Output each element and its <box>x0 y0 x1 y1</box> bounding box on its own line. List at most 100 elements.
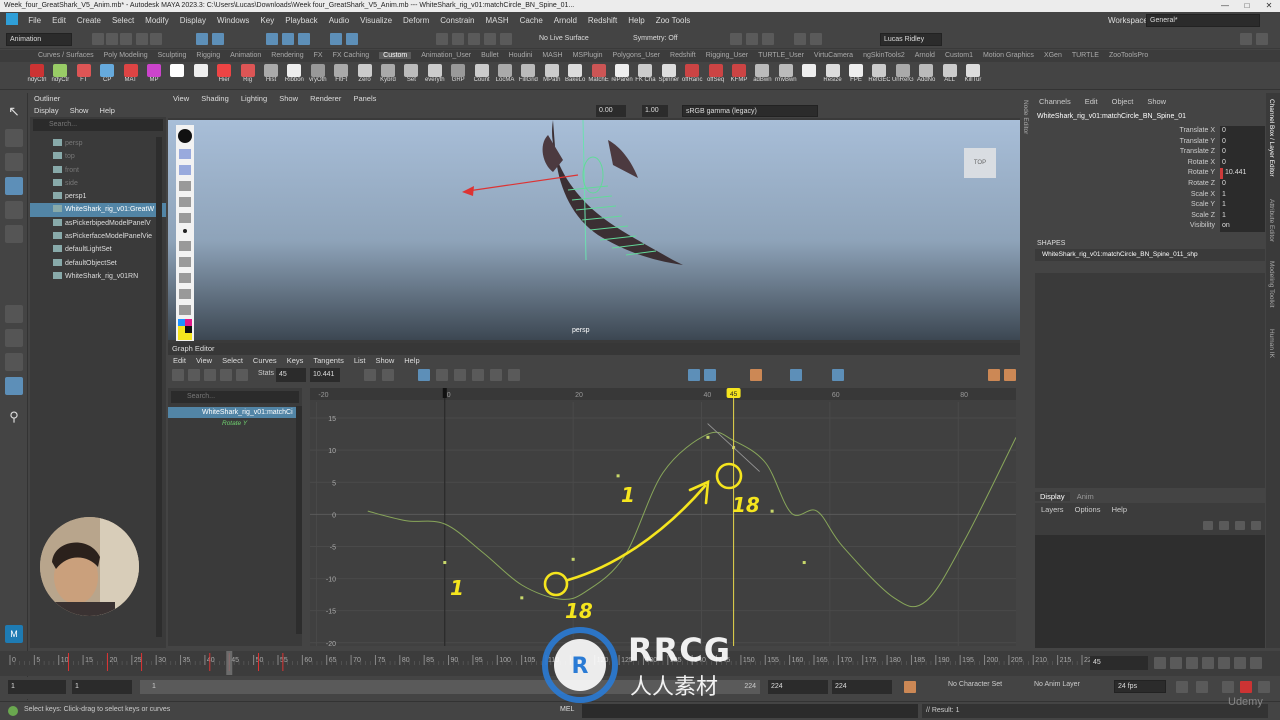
shelf-tab-turtle-user[interactable]: TURTLE_User <box>758 52 804 59</box>
shelf-button-reparen[interactable]: reParen <box>611 64 633 88</box>
shelf-button-spinner[interactable]: Spinner <box>658 64 680 88</box>
channel-row[interactable]: Scale Z 1 <box>1035 210 1265 222</box>
menu-cache[interactable]: Cache <box>520 16 543 25</box>
lasso-tool-icon[interactable] <box>5 129 23 147</box>
auto-key-icon[interactable] <box>904 681 916 693</box>
shelf-button-addno[interactable]: AddNo <box>915 64 937 88</box>
construction-history-icon[interactable] <box>452 33 464 45</box>
shelf-button-fillgrid[interactable]: FillGrid <box>517 64 539 88</box>
cb-menu-object[interactable]: Object <box>1112 97 1134 106</box>
start-time-field[interactable]: 1 <box>8 680 66 694</box>
outliner-item[interactable]: defaultObjectSet <box>30 257 166 270</box>
shelf-tab-poly-modeling[interactable]: Poly Modeling <box>104 52 148 59</box>
channel-row[interactable]: Visibility on <box>1035 221 1265 232</box>
vp-menu-renderer[interactable]: Renderer <box>310 94 341 103</box>
graph-outliner-scrollbar[interactable] <box>296 406 302 634</box>
graph-outliner-node[interactable]: WhiteShark_rig_v01:matchCi <box>168 407 302 418</box>
linear-tangent-icon[interactable] <box>472 369 484 381</box>
break-tangents-icon[interactable] <box>688 369 700 381</box>
shelf-tab-fx-caching[interactable]: FX Caching <box>333 52 370 59</box>
graph-outliner-attr[interactable]: Rotate Y <box>168 418 302 429</box>
render-settings-icon[interactable] <box>500 33 512 45</box>
shelf-button-unrefg[interactable]: UnRefG <box>892 64 914 88</box>
shelf-button-vryoth[interactable]: vryOth <box>307 64 329 88</box>
move-tool-icon[interactable] <box>5 177 23 195</box>
end-time-field[interactable]: 224 <box>832 680 892 694</box>
open-scene-icon[interactable] <box>106 33 118 45</box>
menu-select[interactable]: Select <box>112 16 134 25</box>
arnold-render-icon[interactable] <box>810 33 822 45</box>
outliner-item[interactable]: WhiteShark_rig_v01RN <box>30 270 166 283</box>
snap-view-plane-icon[interactable] <box>330 33 342 45</box>
outliner-scrollbar[interactable] <box>156 137 162 637</box>
retime-tool-icon[interactable] <box>236 369 248 381</box>
shelf-tab-rigging[interactable]: Rigging <box>196 52 220 59</box>
modeling-toolkit-icon[interactable] <box>1240 33 1252 45</box>
keyframe-point[interactable] <box>443 561 447 565</box>
eraser-icon[interactable] <box>179 213 191 223</box>
color-yellow-swatch[interactable] <box>178 326 185 333</box>
outliner-item[interactable]: defaultLightSet <box>30 243 166 256</box>
play-forwards-icon[interactable] <box>1218 657 1230 669</box>
region-tool-icon[interactable] <box>220 369 232 381</box>
shelf-tab-turtle[interactable]: TURTLE <box>1072 52 1099 59</box>
shelf-button-hier[interactable]: Hier <box>213 64 235 88</box>
menu-audio[interactable]: Audio <box>329 16 349 25</box>
snap-point-icon[interactable] <box>298 33 310 45</box>
shelf-button-fltft[interactable]: FltFt <box>330 64 352 88</box>
outliner-item[interactable]: front <box>30 164 166 177</box>
render-current-icon[interactable] <box>468 33 480 45</box>
new-layer-icon[interactable] <box>1235 521 1245 530</box>
channel-row[interactable]: Rotate Y 10.441 <box>1035 168 1265 179</box>
draw-tool-logo-icon[interactable] <box>178 129 192 143</box>
loop-icon[interactable] <box>1176 681 1188 693</box>
outliner-item[interactable]: persp <box>30 137 166 150</box>
clamped-tangent-icon[interactable] <box>454 369 466 381</box>
shelf-tab-houdini[interactable]: Houdini <box>509 52 533 59</box>
channel-value[interactable]: 0 <box>1220 178 1265 190</box>
frame-all-icon[interactable] <box>364 369 376 381</box>
color-space-dropdown[interactable]: sRGB gamma (legacy) <box>682 105 818 117</box>
step-tangent-icon[interactable] <box>508 369 520 381</box>
viewport-scene[interactable]: TOP persp <box>168 120 1020 340</box>
shelf-button-refgec[interactable]: RefGEC <box>868 64 890 88</box>
channel-row[interactable]: Translate Z 0 <box>1035 147 1265 158</box>
shelf-button-all[interactable]: ALL <box>939 64 961 88</box>
menu-playback[interactable]: Playback <box>285 16 317 25</box>
symmetry-dropdown[interactable]: Symmetry: Off <box>630 33 710 46</box>
go-to-start-icon[interactable] <box>1154 657 1166 669</box>
unify-tangents-icon[interactable] <box>704 369 716 381</box>
channel-row[interactable]: Rotate Z 0 <box>1035 178 1265 190</box>
side-tab-human-ik[interactable]: Human IK <box>1268 329 1275 358</box>
graph-search-input[interactable]: Search... <box>171 391 299 403</box>
play-backwards-icon[interactable] <box>1202 657 1214 669</box>
shelf-button-grp[interactable]: GRP <box>447 64 469 88</box>
outliner-item[interactable]: asPickerfaceModelPanelVie <box>30 230 166 243</box>
side-by-side-layout-icon[interactable] <box>5 353 23 371</box>
outliner-search-input[interactable]: Search... <box>33 119 163 131</box>
vp-menu-panels[interactable]: Panels <box>353 94 376 103</box>
menu-key[interactable]: Key <box>260 16 274 25</box>
auto-tangent-icon[interactable] <box>418 369 430 381</box>
shelf-button-ndyctrl[interactable]: ndyCtrl <box>26 64 48 88</box>
time-ruler[interactable] <box>310 388 1016 400</box>
maya-home-icon[interactable]: M <box>5 625 23 643</box>
clipboard-icon[interactable] <box>179 305 191 315</box>
graph-canvas[interactable]: -20 0 20 40 60 80 15 10 5 0 -5 -10 -15 -20 45 1 1 18 18 <box>310 388 1016 646</box>
shelf-tab-arnold[interactable]: Arnold <box>915 52 935 59</box>
user-account-button[interactable]: Lucas Ridley <box>880 33 942 46</box>
shelf-button-offseq[interactable]: offSeq <box>705 64 727 88</box>
vp-menu-lighting[interactable]: Lighting <box>241 94 267 103</box>
outliner-menu-help[interactable]: Help <box>100 106 115 115</box>
select-hierarchy-icon[interactable] <box>196 33 208 45</box>
sound-icon[interactable] <box>1222 681 1234 693</box>
menu-zoo-tools[interactable]: Zoo Tools <box>656 16 691 25</box>
channel-value[interactable]: 10.441 <box>1220 168 1265 179</box>
workspace-dropdown[interactable]: General* <box>1146 14 1260 27</box>
channel-row[interactable]: Translate X 0 <box>1035 126 1265 137</box>
shelf-button-fk-cha[interactable]: FK Cha <box>634 64 656 88</box>
shelf-tab-custom1[interactable]: Custom1 <box>945 52 973 59</box>
shelf-tab-bullet[interactable]: Bullet <box>481 52 499 59</box>
buffer-curve-icon[interactable] <box>750 369 762 381</box>
four-view-layout-icon[interactable] <box>5 329 23 347</box>
